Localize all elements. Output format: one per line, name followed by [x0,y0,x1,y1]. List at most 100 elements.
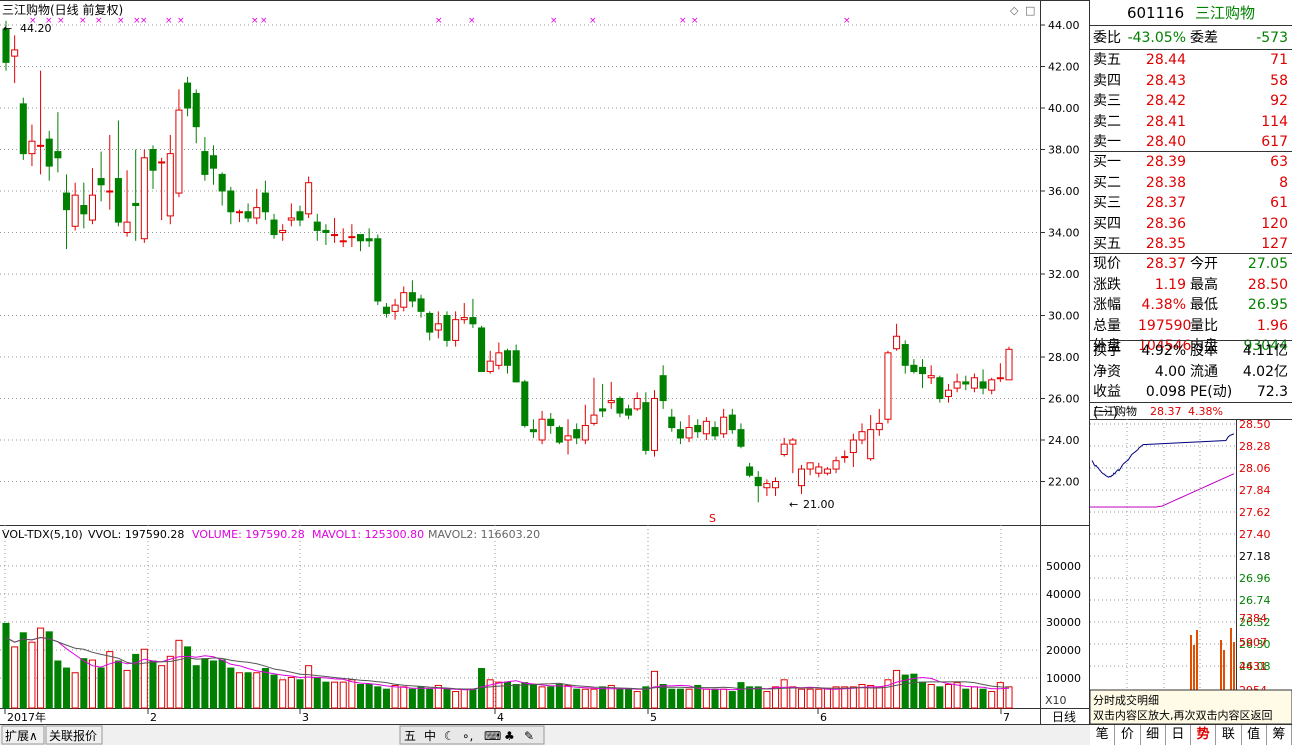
right-tab-筹[interactable]: 筹 [1267,725,1292,745]
volume-bar[interactable] [676,688,684,709]
volume-bar[interactable] [175,639,183,709]
candle-body[interactable] [919,366,927,375]
volume-bar[interactable] [62,667,71,709]
candle-body[interactable] [365,238,373,242]
main-chart[interactable]: × × × × × × × × × × × × × × × × × × × 44.0042.0040.0038.00… [0,0,1090,745]
toolbar-dot-icon[interactable]: ∘, [462,729,473,743]
candle-body[interactable] [927,375,935,379]
toolbar-pen-icon[interactable]: ✎ [524,729,534,743]
candle-body[interactable] [218,173,226,192]
right-tab-日[interactable]: 日 [1166,725,1191,745]
volume-bar[interactable] [711,688,719,709]
volume-bar[interactable] [685,688,693,709]
toolbar-keyboard-icon[interactable]: ⌨ [484,729,501,743]
candle-body[interactable] [322,229,330,234]
volume-bar[interactable] [875,686,883,709]
volume-bar[interactable] [823,687,831,709]
candle-body[interactable] [305,182,313,215]
candle-body[interactable] [331,234,339,237]
candle-body[interactable] [503,350,512,366]
volume-bar[interactable] [460,688,468,709]
candle-body[interactable] [426,312,434,333]
candle-body[interactable] [953,381,961,389]
candle-body[interactable] [746,466,754,476]
candle-body[interactable] [728,414,736,431]
candle-body[interactable] [823,468,831,474]
candle-body[interactable] [486,360,494,373]
candle-body[interactable] [106,190,114,193]
volume-bar[interactable] [970,686,978,709]
volume-bar[interactable] [426,688,434,709]
candle-body[interactable] [123,221,131,233]
volume-bar[interactable] [149,660,157,709]
candle-body[interactable] [71,194,79,227]
candle-body[interactable] [625,408,633,416]
volume-bar[interactable] [720,688,728,709]
candle-body[interactable] [374,238,382,302]
volume-bar[interactable] [313,676,321,709]
candle-body[interactable] [806,462,814,470]
candle-body[interactable] [901,344,909,366]
candle-body[interactable] [668,416,676,429]
volume-bar[interactable] [962,688,970,709]
volume-bar[interactable] [391,684,399,709]
candle-body[interactable] [287,217,295,221]
candle-body[interactable] [28,140,36,155]
volume-bar[interactable] [365,684,373,709]
candle-body[interactable] [495,352,503,366]
volume-bar[interactable] [867,684,875,709]
candle-body[interactable] [11,49,19,57]
volume-bar[interactable] [158,665,166,709]
volume-bar[interactable] [443,688,451,709]
diamond-icon[interactable]: ◇ [1010,4,1019,17]
candle-body[interactable] [988,379,996,391]
volume-bar[interactable] [305,665,313,709]
volume-bar[interactable] [279,679,287,709]
candle-body[interactable] [564,435,572,441]
candle-body[interactable] [132,202,140,207]
volume-bar[interactable] [408,688,416,709]
candle-body[interactable] [962,381,970,385]
volume-bar[interactable] [849,686,857,709]
volume-bar[interactable] [114,660,122,709]
volume-bar[interactable] [772,686,780,709]
candle-body[interactable] [244,211,252,219]
candle-body[interactable] [54,151,62,159]
volume-bar[interactable] [927,684,935,709]
volume-bar[interactable] [382,688,390,709]
candle-body[interactable] [313,221,321,231]
volume-bar[interactable] [331,681,339,709]
candle-body[interactable] [607,400,615,404]
candle-body[interactable] [80,205,88,215]
volume-bar[interactable] [54,660,62,709]
volume-bar[interactable] [270,674,278,709]
volume-bar[interactable] [244,672,252,709]
candle-body[interactable] [754,476,762,487]
candle-body[interactable] [875,422,883,431]
volume-bar[interactable] [936,686,944,709]
volume-bar[interactable] [80,658,88,709]
candle-body[interactable] [573,429,581,439]
candle-body[interactable] [1005,348,1013,381]
candle-body[interactable] [529,429,537,433]
volume-bar[interactable] [780,679,788,709]
volume-bar[interactable] [287,676,295,709]
volume-bar[interactable] [737,682,745,709]
toolbar-five-icon[interactable]: 五 [404,729,416,743]
right-tab-联[interactable]: 联 [1216,725,1242,745]
square-icon[interactable]: □ [1025,4,1035,17]
volume-bar[interactable] [884,679,892,709]
candle-body[interactable] [175,109,183,194]
right-tab-势[interactable]: 势 [1191,725,1217,745]
candle-body[interactable] [97,178,105,186]
candle-body[interactable] [884,352,892,420]
volume-bar[interactable] [944,684,953,709]
volume-bar[interactable] [953,682,961,709]
volume-bar[interactable] [979,688,987,709]
volume-bar[interactable] [573,688,581,709]
candle-body[interactable] [590,414,598,424]
candle-body[interactable] [893,335,901,350]
candle-body[interactable] [858,431,866,441]
right-tab-值[interactable]: 值 [1242,725,1267,745]
candle-body[interactable] [62,192,71,211]
